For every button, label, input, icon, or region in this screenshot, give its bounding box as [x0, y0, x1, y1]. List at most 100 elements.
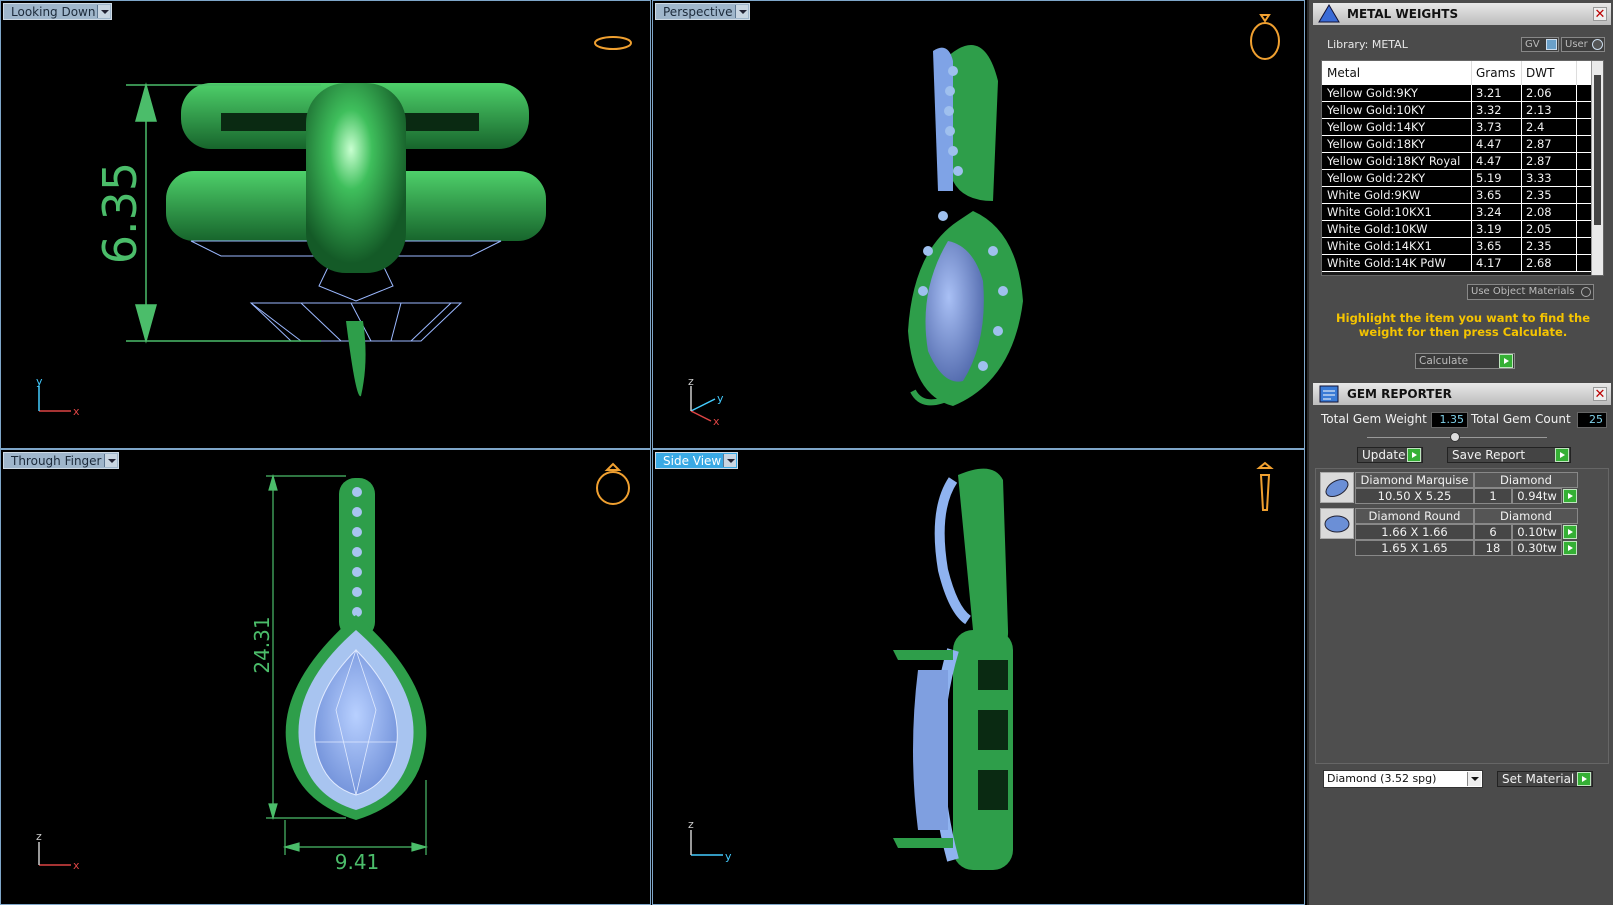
table-cell: 3.33 [1522, 170, 1577, 186]
toggle-switch-icon [1581, 287, 1591, 297]
total-gem-count-value: 25 [1577, 412, 1607, 428]
svg-text:x: x [73, 405, 80, 418]
table-row[interactable]: White Gold:9KW 3.65 2.35 [1322, 187, 1603, 204]
metal-weights-table[interactable]: Metal Grams DWT Yellow Gold:9KY 3.21 2.06 Y… [1321, 60, 1604, 276]
scrollbar-thumb[interactable] [1594, 75, 1601, 225]
viewport-label-side-view[interactable]: Side View [655, 452, 739, 469]
table-cell: 3.19 [1472, 221, 1522, 237]
table-cell: 2.87 [1522, 153, 1577, 169]
table-cell: 2.35 [1522, 187, 1577, 203]
gem-group-round[interactable]: Diamond Round Diamond 1.66 X 1.66 6 0.10… [1320, 508, 1578, 558]
viewport-perspective[interactable]: y x z Perspective [652, 0, 1305, 449]
table-cell: 3.65 [1472, 187, 1522, 203]
table-row[interactable]: Yellow Gold:22KY 5.19 3.33 [1322, 170, 1603, 187]
total-gem-weight-value: 1.35 [1431, 412, 1468, 428]
table-row[interactable]: Yellow Gold:10KY 3.32 2.13 [1322, 102, 1603, 119]
viewport-side-view[interactable]: y z Side View [652, 449, 1305, 905]
svg-text:x: x [713, 415, 720, 428]
play-icon [1407, 448, 1421, 462]
viewport-through-finger[interactable]: 24.31 9.41 x z Through Finger [0, 449, 651, 905]
table-cell: 3.73 [1472, 119, 1522, 135]
chevron-down-icon[interactable] [723, 454, 737, 467]
close-icon[interactable]: ✕ [1593, 7, 1607, 21]
table-cell: Yellow Gold:22KY [1322, 170, 1472, 186]
viewport-label-perspective[interactable]: Perspective [655, 3, 750, 20]
metal-weights-logo-icon [1318, 4, 1340, 23]
gem-slider[interactable] [1367, 432, 1547, 442]
calculate-button[interactable]: Calculate [1415, 353, 1515, 369]
set-material-button[interactable]: Set Material [1497, 771, 1593, 787]
table-cell: 3.32 [1472, 102, 1522, 118]
play-icon [1555, 448, 1569, 462]
calculate-hint: Highlight the item you want to find the … [1336, 311, 1590, 339]
material-select[interactable]: Diamond (3.52 spg) [1323, 770, 1483, 788]
table-cell: Yellow Gold:18KY [1322, 136, 1472, 152]
viewport-label-through-finger[interactable]: Through Finger [3, 452, 119, 469]
marquise-gem-icon [1320, 472, 1354, 503]
svg-text:y: y [36, 375, 43, 388]
play-icon[interactable] [1563, 489, 1577, 503]
table-cell: 4.47 [1472, 153, 1522, 169]
table-row[interactable]: Yellow Gold:18KY Royal 4.47 2.87 [1322, 153, 1603, 170]
table-cell: 2.08 [1522, 204, 1577, 220]
chevron-down-icon[interactable] [734, 5, 748, 18]
front-view-model: 24.31 9.41 x z [36, 462, 630, 874]
table-cell: White Gold:10KX1 [1322, 204, 1472, 220]
table-row[interactable]: Yellow Gold:9KY 3.21 2.06 [1322, 85, 1603, 102]
table-cell: Yellow Gold:10KY [1322, 102, 1472, 118]
gem-reporter-logo-icon [1319, 385, 1339, 403]
table-cell: Yellow Gold:9KY [1322, 85, 1472, 101]
table-cell: 3.65 [1472, 238, 1522, 254]
table-cell: White Gold:14K PdW [1322, 255, 1472, 271]
update-button[interactable]: Update [1357, 447, 1423, 463]
table-cell: 2.06 [1522, 85, 1577, 101]
table-cell: Yellow Gold:18KY Royal [1322, 153, 1472, 169]
play-icon [1499, 354, 1513, 368]
table-cell: 3.24 [1472, 204, 1522, 220]
table-cell: 2.13 [1522, 102, 1577, 118]
table-cell: 2.87 [1522, 136, 1577, 152]
viewport-looking-down[interactable]: 6.35 x y Looking Down [0, 0, 651, 449]
svg-text:x: x [73, 859, 80, 872]
chevron-down-icon[interactable] [103, 454, 117, 467]
gem-reporter-header: GEM REPORTER ✕ [1313, 383, 1611, 405]
table-header: Metal Grams DWT [1322, 61, 1603, 85]
close-icon[interactable]: ✕ [1593, 387, 1607, 401]
dimension-height-text: 24.31 [250, 616, 274, 673]
gem-reporter-title: GEM REPORTER [1347, 387, 1452, 401]
table-cell: 4.17 [1472, 255, 1522, 271]
svg-text:y: y [717, 392, 724, 405]
scrollbar[interactable] [1591, 61, 1603, 275]
gv-toggle[interactable]: GV [1521, 37, 1559, 52]
chevron-down-icon[interactable] [97, 5, 111, 18]
table-cell: Yellow Gold:14KY [1322, 119, 1472, 135]
right-panel: METAL WEIGHTS ✕ Library: METAL GV User M… [1307, 0, 1613, 905]
library-label: Library: METAL [1327, 38, 1408, 51]
table-cell: 4.47 [1472, 136, 1522, 152]
viewport-label-looking-down[interactable]: Looking Down [3, 3, 113, 20]
top-view-model: 6.35 x y [36, 36, 632, 418]
table-row[interactable]: White Gold:14K PdW 4.17 2.68 [1322, 255, 1603, 272]
table-cell: 2.68 [1522, 255, 1577, 271]
table-row[interactable]: Yellow Gold:18KY 4.47 2.87 [1322, 136, 1603, 153]
table-row[interactable]: White Gold:14KX1 3.65 2.35 [1322, 238, 1603, 255]
toggle-switch-icon [1592, 39, 1603, 50]
table-row[interactable]: White Gold:10KW 3.19 2.05 [1322, 221, 1603, 238]
play-icon[interactable] [1563, 541, 1577, 555]
table-cell: White Gold:14KX1 [1322, 238, 1472, 254]
table-cell: 2.05 [1522, 221, 1577, 237]
use-object-materials-toggle[interactable]: Use Object Materials [1467, 284, 1594, 300]
play-icon [1577, 772, 1591, 786]
table-row[interactable]: White Gold:10KX1 3.24 2.08 [1322, 204, 1603, 221]
save-report-button[interactable]: Save Report [1447, 447, 1571, 463]
user-toggle[interactable]: User [1561, 37, 1605, 52]
gem-list: Diamond Marquise Diamond 10.50 X 5.25 1 … [1315, 468, 1609, 764]
dimension-top-text: 6.35 [93, 162, 147, 264]
toggle-switch-icon [1546, 39, 1557, 50]
gem-group-marquise[interactable]: Diamond Marquise Diamond 10.50 X 5.25 1 … [1320, 472, 1578, 506]
slider-knob[interactable] [1450, 432, 1460, 442]
play-icon[interactable] [1563, 525, 1577, 539]
round-gem-icon [1320, 508, 1354, 539]
table-row[interactable]: Yellow Gold:14KY 3.73 2.4 [1322, 119, 1603, 136]
table-cell: 2.4 [1522, 119, 1577, 135]
